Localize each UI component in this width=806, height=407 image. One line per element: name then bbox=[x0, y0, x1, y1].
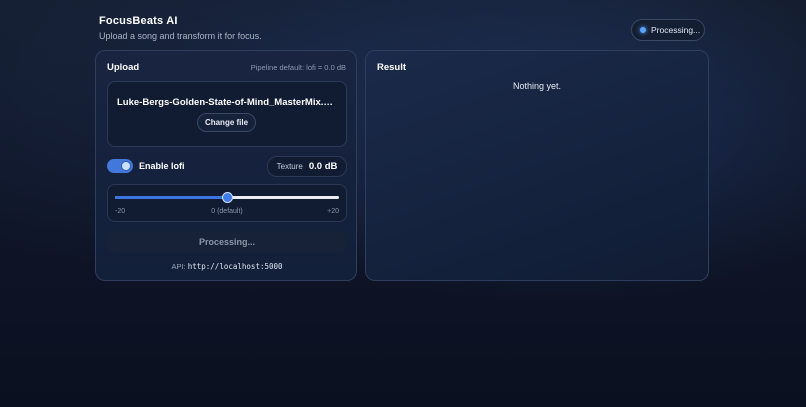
slider-thumb[interactable] bbox=[222, 192, 233, 203]
file-name: Luke-Bergs-Golden-State-of-Mind_MasterMi… bbox=[117, 97, 339, 108]
app-title: FocusBeats AI bbox=[99, 15, 178, 27]
result-empty-message: Nothing yet. bbox=[512, 81, 562, 91]
texture-slider[interactable] bbox=[115, 192, 339, 203]
upload-panel-title: Upload bbox=[107, 62, 140, 73]
api-url: http://localhost:5000 bbox=[187, 262, 283, 271]
upload-panel: Upload Pipeline default: lofi = 0.0 dB L… bbox=[95, 50, 357, 281]
texture-value: 0.0 dB bbox=[308, 161, 338, 172]
change-file-button[interactable]: Change file bbox=[197, 113, 256, 132]
result-panel: Result Nothing yet. bbox=[365, 50, 709, 281]
texture-slider-box: -20 0 (default) +20 bbox=[107, 184, 347, 222]
status-label: Processing... bbox=[651, 25, 701, 35]
api-info: API: http://localhost:5000 bbox=[96, 262, 358, 271]
app-subtitle: Upload a song and transform it for focus… bbox=[99, 31, 262, 41]
file-card: Luke-Bergs-Golden-State-of-Mind_MasterMi… bbox=[107, 81, 347, 147]
status-dot-icon bbox=[640, 27, 646, 33]
pipeline-default-note: Pipeline default: lofi = 0.0 dB bbox=[250, 63, 346, 72]
slider-fill bbox=[115, 196, 227, 199]
texture-readout: Texture 0.0 dB bbox=[267, 156, 347, 177]
lofi-toggle-label: Enable lofi bbox=[139, 161, 185, 171]
api-label: API: bbox=[171, 262, 186, 271]
slider-max-label: +20 bbox=[327, 208, 339, 215]
slider-default-label: 0 (default) bbox=[211, 208, 243, 215]
toggle-knob bbox=[121, 161, 131, 171]
status-badge: Processing... bbox=[631, 19, 705, 41]
lofi-toggle[interactable] bbox=[107, 159, 133, 173]
result-panel-title: Result bbox=[377, 62, 407, 73]
texture-label: Texture bbox=[276, 162, 303, 171]
process-button[interactable]: Processing... bbox=[107, 231, 347, 253]
